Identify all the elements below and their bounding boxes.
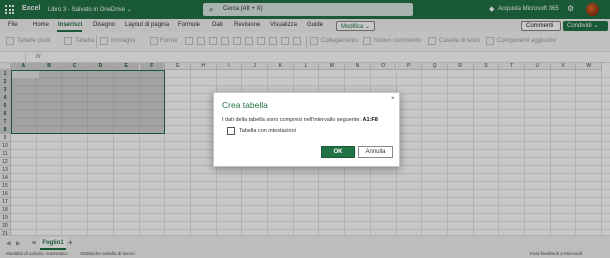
headers-checkbox[interactable]	[227, 127, 235, 135]
dialog-message: I dati della tabella sono compresi nell'…	[222, 117, 378, 123]
dialog-message-text: I dati della tabella sono compresi nell'…	[222, 117, 361, 123]
headers-checkbox-label[interactable]: Tabella con intestazioni	[239, 128, 296, 134]
close-icon[interactable]: ×	[391, 96, 395, 102]
create-table-dialog: Crea tabella × I dati della tabella sono…	[213, 92, 400, 167]
dialog-range: A1:F8	[362, 117, 378, 123]
dialog-title: Crea tabella	[222, 100, 268, 110]
cancel-button[interactable]: Annulla	[358, 146, 393, 158]
ok-button[interactable]: OK	[321, 146, 355, 158]
